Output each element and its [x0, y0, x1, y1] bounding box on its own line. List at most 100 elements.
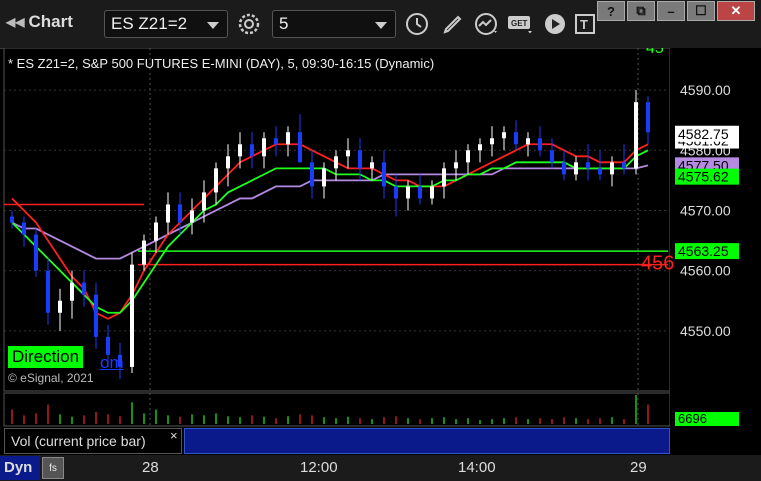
candle-body [358, 150, 362, 169]
x-tick-label: 12:00 [300, 459, 338, 476]
formula-icon[interactable]: fs [42, 457, 64, 479]
volume-panel [3, 392, 671, 427]
chevron-down-icon [207, 22, 219, 29]
candle-body [58, 300, 62, 313]
candle-body [334, 156, 338, 169]
candle-body [526, 138, 530, 145]
candle-body [430, 186, 434, 199]
candle-body [202, 192, 206, 211]
interval-value: 5 [279, 14, 289, 33]
candle-body [562, 162, 566, 175]
y-tick-label: 4570.00 [680, 202, 731, 218]
candle-body [478, 144, 482, 151]
price-tag-label-green_level: 4563.25 [678, 243, 729, 259]
candle-body [574, 162, 578, 175]
y-tick-label: 4550.00 [680, 323, 731, 339]
pencil-icon[interactable] [438, 10, 468, 38]
symbol-dropdown[interactable]: ES Z21=2 [104, 10, 228, 38]
candle-body [514, 132, 518, 145]
candle-body [178, 204, 182, 223]
candle-body [154, 222, 158, 241]
direction-label[interactable]: Direction [8, 346, 84, 368]
candle-body [94, 294, 98, 337]
title-toolbar: ◀◀ Chart ES Z21=2 5 GET T ? ⧉ – ☐ ✕ [0, 0, 761, 49]
chart-description: * ES Z21=2, S&P 500 FUTURES E-MINI (DAY)… [8, 56, 435, 71]
dynamic-button[interactable]: Dyn [0, 456, 40, 480]
candle-body [502, 132, 506, 139]
play-icon[interactable] [540, 10, 570, 38]
svg-text:T: T [580, 17, 588, 32]
x-tick-label: 14:00 [458, 459, 496, 476]
candle-body [634, 102, 638, 169]
candle-body [466, 150, 470, 163]
clock-icon[interactable] [402, 10, 432, 38]
svg-text:GET: GET [511, 19, 528, 28]
candle-body [538, 138, 542, 151]
candle-body [10, 216, 14, 223]
candle-body [550, 150, 554, 163]
app-title-label: Chart [28, 12, 73, 31]
candle-body [418, 186, 422, 199]
candle-body [394, 186, 398, 199]
gear-icon[interactable] [234, 10, 264, 38]
candle-body [250, 144, 254, 157]
candle-body [142, 240, 146, 265]
top-cut-label: 45 [646, 48, 664, 57]
volume-study-label[interactable]: Vol (current price bar) [4, 428, 182, 454]
y-tick-label: 4590.00 [680, 82, 731, 98]
candle-body [22, 222, 26, 235]
candle-body [322, 168, 326, 187]
candle-body [286, 132, 290, 145]
candle-body [442, 168, 446, 187]
minimize-button[interactable]: – [657, 1, 685, 21]
candle-body [82, 282, 86, 295]
x-tick-label: 28 [142, 459, 159, 476]
candle-body [310, 162, 314, 187]
price-axis-panel [670, 48, 761, 426]
text-tool-icon[interactable]: T [570, 10, 600, 38]
candle-body [646, 102, 650, 133]
candle-body [226, 156, 230, 169]
candle-body [598, 168, 602, 175]
price-chart[interactable]: 4590.004580.004570.004560.004550.004581.… [0, 48, 761, 455]
close-button[interactable]: ✕ [717, 1, 755, 21]
red-level-edge-label: 456 [641, 253, 674, 275]
x-tick-label: 29 [630, 459, 647, 476]
candle-body [70, 282, 74, 301]
get-data-icon[interactable]: GET [506, 10, 536, 38]
time-axis [0, 455, 761, 481]
price-panel [3, 48, 671, 392]
chart-app-icon: ◀◀ [6, 15, 25, 29]
price-tag-label-last: 4582.75 [678, 126, 729, 142]
close-icon[interactable]: × [170, 428, 178, 443]
candle-body [46, 270, 50, 313]
study-icon[interactable] [472, 10, 502, 38]
maximize-button[interactable]: ☐ [687, 1, 715, 21]
symbol-value: ES Z21=2 [111, 14, 188, 33]
interval-dropdown[interactable]: 5 [272, 10, 396, 38]
candle-body [622, 162, 626, 169]
candle-body [490, 138, 494, 145]
candle-body [262, 138, 266, 157]
candle-body [274, 138, 278, 145]
chevron-down-icon [375, 22, 387, 29]
candle-body [34, 234, 38, 271]
app-title: ◀◀ Chart [6, 12, 73, 32]
candle-body [454, 162, 458, 169]
copyright-text: © eSignal, 2021 [8, 371, 94, 385]
candle-body [166, 204, 170, 223]
direction-link-tail[interactable]: om [100, 353, 124, 373]
candle-body [406, 186, 410, 199]
candle-body [382, 162, 386, 187]
price-tag-label-green_ma: 4575.62 [678, 169, 729, 185]
link-button[interactable]: ⧉ [627, 1, 655, 21]
volume-study-panel [184, 428, 670, 454]
candle-body [346, 150, 350, 157]
help-button[interactable]: ? [597, 1, 625, 21]
candle-body [190, 210, 194, 223]
y-tick-label: 4560.00 [680, 263, 731, 279]
candle-body [298, 132, 302, 163]
candle-body [370, 162, 374, 169]
candle-body [238, 144, 242, 157]
candle-body [610, 162, 614, 175]
